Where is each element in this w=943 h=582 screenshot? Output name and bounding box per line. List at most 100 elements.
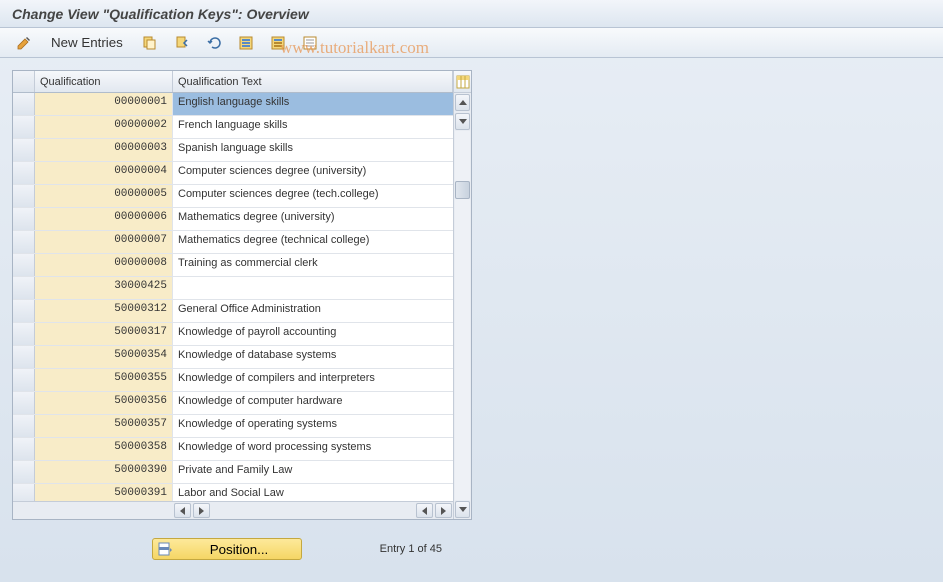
row-selector[interactable] (13, 93, 35, 115)
qualification-column-header[interactable]: Qualification (35, 71, 173, 92)
table-row[interactable]: 50000358Knowledge of word processing sys… (13, 438, 453, 461)
scroll-down-end-button[interactable] (455, 501, 470, 518)
scroll-down-button[interactable] (455, 113, 470, 130)
undo-button[interactable] (200, 33, 228, 53)
row-selector[interactable] (13, 438, 35, 460)
qualification-cell[interactable]: 50000354 (35, 346, 173, 368)
qualification-text-cell[interactable]: Knowledge of operating systems (173, 415, 453, 437)
table-row[interactable]: 50000391Labor and Social Law (13, 484, 453, 501)
scroll-left-end-button[interactable] (416, 503, 433, 518)
qualification-cell[interactable]: 50000358 (35, 438, 173, 460)
vscroll-track[interactable] (455, 131, 470, 500)
select-block-icon (270, 35, 286, 51)
qualification-cell[interactable]: 50000355 (35, 369, 173, 391)
qualification-text-cell[interactable]: Private and Family Law (173, 461, 453, 483)
qualification-text-cell[interactable]: Mathematics degree (technical college) (173, 231, 453, 253)
table-row[interactable]: 50000317Knowledge of payroll accounting (13, 323, 453, 346)
qualification-text-cell[interactable]: Knowledge of computer hardware (173, 392, 453, 414)
qualification-cell[interactable]: 50000391 (35, 484, 173, 501)
vscroll-thumb[interactable] (455, 181, 470, 199)
qualification-text-cell[interactable]: Computer sciences degree (university) (173, 162, 453, 184)
table-row[interactable]: 00000006Mathematics degree (university) (13, 208, 453, 231)
qualification-text-cell[interactable]: Labor and Social Law (173, 484, 453, 501)
table-row[interactable]: 50000390Private and Family Law (13, 461, 453, 484)
row-selector[interactable] (13, 277, 35, 299)
qualification-cell[interactable]: 00000005 (35, 185, 173, 207)
qualification-cell[interactable]: 00000006 (35, 208, 173, 230)
qualification-cell[interactable]: 00000002 (35, 116, 173, 138)
qualification-text-cell[interactable]: General Office Administration (173, 300, 453, 322)
qualification-text-cell[interactable] (173, 277, 453, 299)
qualification-text-cell[interactable]: Spanish language skills (173, 139, 453, 161)
row-selector[interactable] (13, 415, 35, 437)
qualification-text-cell[interactable]: Knowledge of compilers and interpreters (173, 369, 453, 391)
qualification-text-cell[interactable]: French language skills (173, 116, 453, 138)
row-selector[interactable] (13, 346, 35, 368)
scroll-right-end-button[interactable] (435, 503, 452, 518)
qualification-text-cell[interactable]: Knowledge of word processing systems (173, 438, 453, 460)
select-block-button[interactable] (264, 33, 292, 53)
new-entries-button[interactable]: New Entries (42, 33, 132, 53)
select-all-button[interactable] (232, 33, 260, 53)
table-settings-button[interactable] (454, 71, 471, 93)
table-row[interactable]: 00000003Spanish language skills (13, 139, 453, 162)
row-selector[interactable] (13, 323, 35, 345)
table-row[interactable]: 30000425 (13, 277, 453, 300)
table-row[interactable]: 00000005Computer sciences degree (tech.c… (13, 185, 453, 208)
qualification-text-cell[interactable]: Knowledge of database systems (173, 346, 453, 368)
qualification-text-cell[interactable]: Computer sciences degree (tech.college) (173, 185, 453, 207)
qualification-cell[interactable]: 30000425 (35, 277, 173, 299)
qualification-cell[interactable]: 00000001 (35, 93, 173, 115)
qualification-cell[interactable]: 00000003 (35, 139, 173, 161)
qualification-cell[interactable]: 00000004 (35, 162, 173, 184)
row-selector[interactable] (13, 369, 35, 391)
qualification-text-cell[interactable]: Training as commercial clerk (173, 254, 453, 276)
table-row[interactable]: 50000357Knowledge of operating systems (13, 415, 453, 438)
row-selector[interactable] (13, 185, 35, 207)
row-selector[interactable] (13, 461, 35, 483)
horizontal-scrollbar[interactable] (13, 501, 453, 519)
table-row[interactable]: 00000002French language skills (13, 116, 453, 139)
qualification-text-cell[interactable]: Knowledge of payroll accounting (173, 323, 453, 345)
table-row[interactable]: 00000004Computer sciences degree (univer… (13, 162, 453, 185)
qualification-text-cell[interactable]: Mathematics degree (university) (173, 208, 453, 230)
qualification-cell[interactable]: 00000008 (35, 254, 173, 276)
row-selector[interactable] (13, 162, 35, 184)
qualification-cell[interactable]: 50000317 (35, 323, 173, 345)
position-button[interactable]: Position... (152, 538, 302, 560)
row-selector[interactable] (13, 116, 35, 138)
delete-button[interactable] (168, 33, 196, 53)
qualification-text-column-header[interactable]: Qualification Text (173, 71, 453, 92)
qualification-cell[interactable]: 50000357 (35, 415, 173, 437)
copy-as-button[interactable] (136, 33, 164, 53)
table-row[interactable]: 00000007Mathematics degree (technical co… (13, 231, 453, 254)
table-row[interactable]: 00000008Training as commercial clerk (13, 254, 453, 277)
scroll-left-button[interactable] (174, 503, 191, 518)
row-selector[interactable] (13, 139, 35, 161)
scroll-up-button[interactable] (455, 94, 470, 111)
table-row[interactable]: 50000355Knowledge of compilers and inter… (13, 369, 453, 392)
scroll-right-button[interactable] (193, 503, 210, 518)
table-row[interactable]: 00000001English language skills (13, 93, 453, 116)
table-row[interactable]: 50000356Knowledge of computer hardware (13, 392, 453, 415)
toggle-change-mode-button[interactable] (10, 33, 38, 53)
row-selector[interactable] (13, 254, 35, 276)
table-row[interactable]: 50000354Knowledge of database systems (13, 346, 453, 369)
row-selector[interactable] (13, 208, 35, 230)
row-selector[interactable] (13, 392, 35, 414)
qualification-cell[interactable]: 50000390 (35, 461, 173, 483)
deselect-all-button[interactable] (296, 33, 324, 53)
hscroll-track[interactable] (211, 502, 415, 519)
vertical-scrollbar[interactable] (453, 71, 471, 519)
new-entries-label: New Entries (51, 35, 123, 50)
qualification-cell[interactable]: 00000007 (35, 231, 173, 253)
table-footer: Position... Entry 1 of 45 (12, 538, 472, 560)
table-row[interactable]: 50000312General Office Administration (13, 300, 453, 323)
row-selector[interactable] (13, 300, 35, 322)
qualification-cell[interactable]: 50000356 (35, 392, 173, 414)
select-all-icon (238, 35, 254, 51)
qualification-text-cell[interactable]: English language skills (173, 93, 453, 115)
row-selector[interactable] (13, 484, 35, 501)
row-selector[interactable] (13, 231, 35, 253)
qualification-cell[interactable]: 50000312 (35, 300, 173, 322)
